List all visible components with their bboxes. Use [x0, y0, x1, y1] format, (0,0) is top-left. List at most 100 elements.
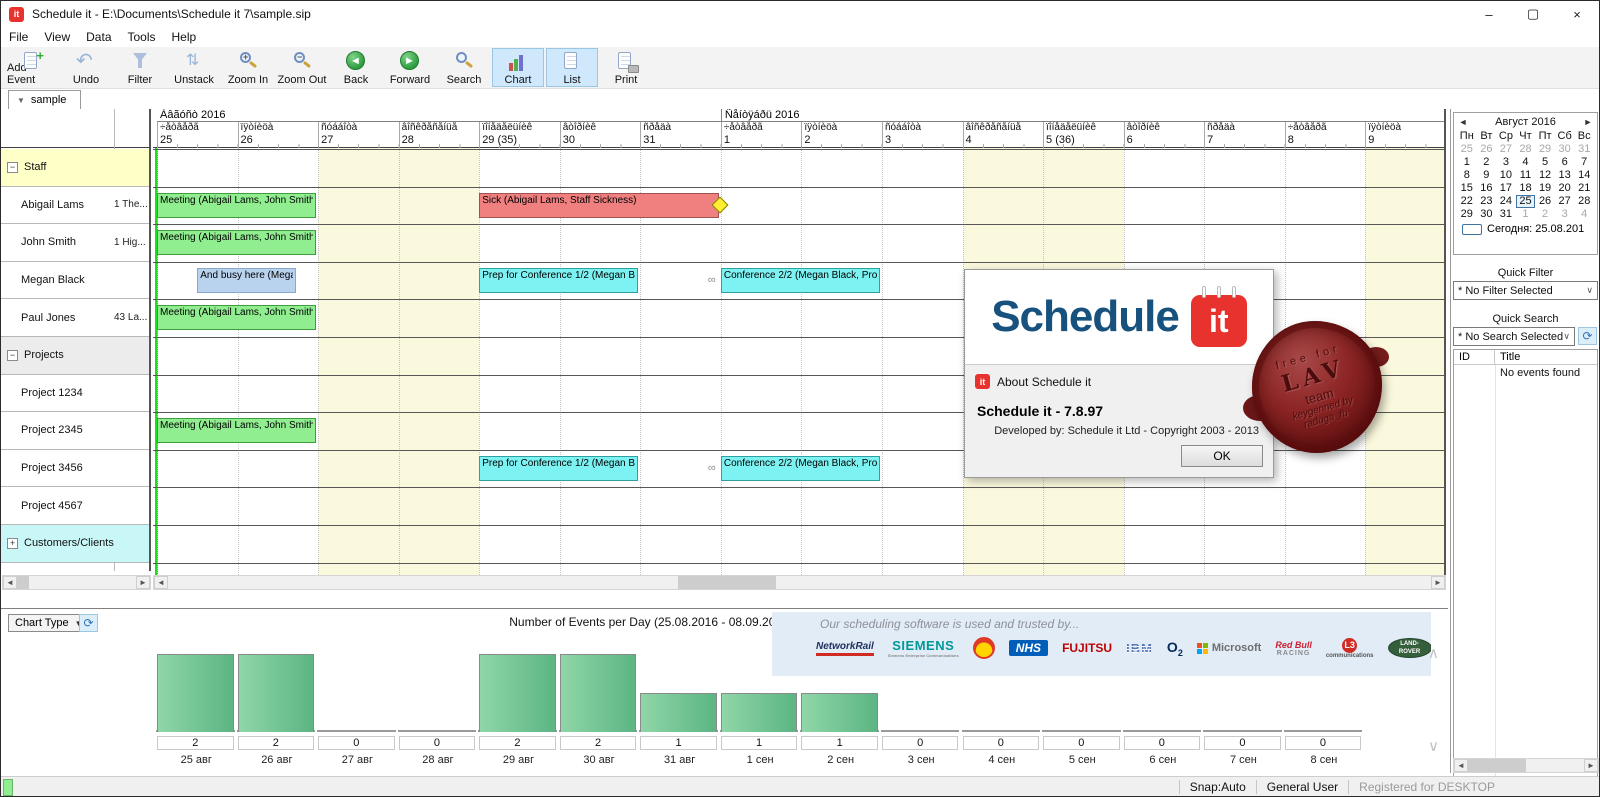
day-number-cell[interactable]: 26: [237, 134, 319, 148]
calendar-day[interactable]: 13: [1555, 169, 1575, 182]
day-number-cell[interactable]: 27: [318, 134, 399, 148]
chart-type-dropdown[interactable]: Chart Type ▼: [8, 614, 90, 632]
calendar-prev-icon[interactable]: ◄: [1454, 117, 1472, 127]
resource-row[interactable]: John Smith 1 Hig...: [1, 224, 149, 262]
event-meeting[interactable]: Meeting (Abigail Lams, John Smith, Paul: [157, 230, 317, 256]
day-number-cell[interactable]: 29 (35): [479, 134, 560, 148]
calendar-day[interactable]: 4: [1574, 208, 1594, 221]
resource-row[interactable]: Paul Jones 43 La...: [1, 299, 149, 337]
event-sick[interactable]: Sick (Abigail Lams, Staff Sickness): [479, 192, 729, 218]
day-number-cell[interactable]: 5 (36): [1043, 134, 1124, 148]
event-meeting[interactable]: Meeting (Abigail Lams, John Smith, Paul: [157, 418, 317, 444]
menu-tools[interactable]: Tools: [120, 27, 164, 47]
collapse-icon[interactable]: −: [7, 161, 18, 173]
tab-sample[interactable]: ▼ sample: [8, 90, 82, 109]
event-conf[interactable]: Conference 2/2 (Megan Black, Projec ∞: [708, 455, 880, 481]
event-meeting[interactable]: Meeting (Abigail Lams, John Smith, Paul: [157, 305, 317, 331]
calendar-day[interactable]: 17: [1496, 182, 1516, 195]
tab-dropdown-icon[interactable]: ▼: [17, 96, 25, 105]
toolbar-unstack-button[interactable]: ⇅ Unstack: [168, 48, 220, 87]
maximize-button[interactable]: ▢: [1511, 1, 1555, 27]
event-conf[interactable]: Conference 2/2 (Megan Black, Projec ∞: [708, 267, 880, 293]
day-number-cell[interactable]: 4: [962, 134, 1044, 148]
calendar-day[interactable]: 28: [1516, 143, 1536, 156]
resource-row[interactable]: Project 2345: [1, 412, 149, 450]
event-meeting[interactable]: Meeting (Abigail Lams, John Smith, Paul: [157, 192, 317, 218]
day-number-cell[interactable]: 30: [559, 134, 641, 148]
calendar-day[interactable]: 26: [1535, 195, 1555, 208]
calendar-today-row[interactable]: Сегодня: 25.08.201: [1454, 221, 1597, 235]
list-hscrollbar[interactable]: ◄ ►: [1453, 758, 1599, 773]
column-id[interactable]: ID: [1454, 350, 1495, 364]
toolbar-filter-button[interactable]: Filter: [114, 48, 166, 87]
calendar-day[interactable]: 18: [1516, 182, 1536, 195]
group-row-customers-clients[interactable]: + Customers/Clients: [1, 525, 149, 563]
toolbar-chart-button[interactable]: Chart: [492, 48, 544, 87]
calendar-day[interactable]: 25: [1457, 143, 1477, 156]
calendar-day[interactable]: 15: [1457, 182, 1477, 195]
menu-data[interactable]: Data: [78, 27, 119, 47]
resource-row[interactable]: Project 3456: [1, 449, 149, 488]
scroll-right-icon[interactable]: ►: [1584, 759, 1598, 772]
quick-filter-dropdown[interactable]: * No Filter Selected ∨: [1453, 281, 1598, 300]
resource-row[interactable]: Project 1234: [1, 374, 149, 413]
calendar-day[interactable]: 12: [1535, 169, 1555, 182]
minimize-button[interactable]: –: [1467, 1, 1511, 27]
day-number-cell[interactable]: 1: [720, 134, 802, 148]
quick-search-dropdown[interactable]: * No Search Selected ∨: [1453, 327, 1575, 346]
calendar-day[interactable]: 3: [1496, 156, 1516, 169]
scroll-right-icon[interactable]: ►: [136, 576, 150, 589]
toolbar-list-button[interactable]: List: [546, 48, 598, 87]
toolbar-print-button[interactable]: Print: [600, 48, 652, 87]
column-title[interactable]: Title: [1495, 351, 1520, 363]
calendar-day[interactable]: 29: [1535, 143, 1555, 156]
day-number-cell[interactable]: 7: [1204, 134, 1285, 148]
calendar-day[interactable]: 22: [1457, 195, 1477, 208]
calendar-day[interactable]: 28: [1574, 195, 1594, 208]
calendar-day[interactable]: 2: [1535, 208, 1555, 221]
day-number-cell[interactable]: 8: [1284, 134, 1366, 148]
event-conf[interactable]: Prep for Conference 1/2 (Megan Black,: [479, 267, 639, 293]
day-number-cell[interactable]: 28: [398, 134, 480, 148]
calendar-day[interactable]: 24: [1496, 195, 1516, 208]
calendar-day[interactable]: 23: [1477, 195, 1497, 208]
menu-help[interactable]: Help: [164, 27, 205, 47]
day-number-cell[interactable]: 25: [157, 134, 238, 148]
scroll-thumb[interactable]: [17, 576, 29, 589]
toolbar-add-event-button[interactable]: + Add Event: [6, 48, 58, 87]
scroll-left-icon[interactable]: ◄: [154, 576, 168, 589]
calendar-day[interactable]: 19: [1535, 182, 1555, 195]
calendar-day[interactable]: 27: [1496, 143, 1516, 156]
scroll-right-icon[interactable]: ►: [1431, 576, 1445, 589]
event-conf[interactable]: Prep for Conference 1/2 (Megan Black,: [479, 455, 639, 481]
calendar-day[interactable]: 7: [1574, 156, 1594, 169]
event-busy[interactable]: And busy here (Megan I: [197, 267, 296, 293]
scroll-left-icon[interactable]: ◄: [1454, 759, 1468, 772]
chart-refresh-button[interactable]: ⟳: [79, 614, 98, 632]
search-refresh-button[interactable]: ⟳: [1578, 327, 1597, 345]
calendar-day[interactable]: 3: [1555, 208, 1575, 221]
toolbar-back-button[interactable]: ◄ Back: [330, 48, 382, 87]
calendar-day[interactable]: 16: [1477, 182, 1497, 195]
calendar-day[interactable]: 4: [1516, 156, 1536, 169]
toolbar-undo-button[interactable]: ↶ Undo: [60, 48, 112, 87]
scroll-thumb[interactable]: [1468, 759, 1526, 772]
calendar-day[interactable]: 26: [1477, 143, 1497, 156]
scroll-up-icon[interactable]: ∧: [1428, 644, 1439, 662]
calendar-day[interactable]: 11: [1516, 169, 1536, 182]
toolbar-forward-button[interactable]: ► Forward: [384, 48, 436, 87]
day-number-cell[interactable]: 6: [1123, 134, 1205, 148]
calendar-day[interactable]: 6: [1555, 156, 1575, 169]
calendar-next-icon[interactable]: ►: [1579, 117, 1597, 127]
calendar-day[interactable]: 31: [1496, 208, 1516, 221]
calendar-day[interactable]: 1: [1457, 156, 1477, 169]
calendar-day[interactable]: 1: [1516, 208, 1536, 221]
calendar-day[interactable]: 30: [1477, 208, 1497, 221]
toolbar-search-button[interactable]: Search: [438, 48, 490, 87]
calendar-day[interactable]: 10: [1496, 169, 1516, 182]
calendar-day[interactable]: 8: [1457, 169, 1477, 182]
calendar-day[interactable]: 14: [1574, 169, 1594, 182]
resource-row[interactable]: Project 4567: [1, 487, 149, 525]
day-number-cell[interactable]: 31: [640, 134, 721, 148]
calendar-day[interactable]: 20: [1555, 182, 1575, 195]
